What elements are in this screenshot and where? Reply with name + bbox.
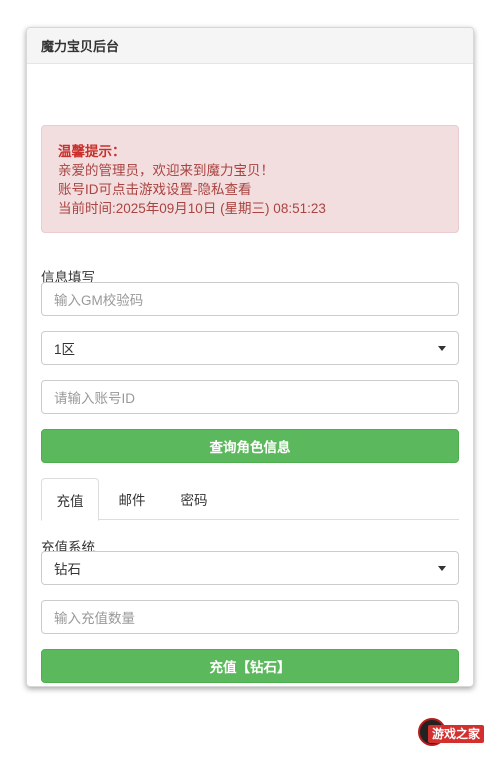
caret-down-icon (438, 346, 446, 351)
tab-mail-label: 邮件 (118, 493, 146, 508)
welcome-alert: 温馨提示： 亲爱的管理员，欢迎来到魔力宝贝！ 账号ID可点击游戏设置-隐私查看 … (41, 125, 459, 233)
gm-code-placeholder: 输入GM校验码 (54, 293, 144, 308)
account-id-input[interactable]: 请输入账号ID (41, 380, 459, 414)
query-role-button-label: 查询角色信息 (209, 440, 291, 455)
function-tabs: 充值 邮件 密码 (41, 478, 459, 521)
gm-code-input[interactable]: 输入GM校验码 (41, 282, 459, 316)
alert-welcome-line: 亲爱的管理员，欢迎来到魔力宝贝！ (58, 163, 274, 178)
caret-down-icon (438, 566, 446, 571)
tab-mail[interactable]: 邮件 (103, 478, 161, 520)
recharge-type-select[interactable]: 钻石 (41, 551, 459, 585)
admin-panel: 魔力宝贝后台 温馨提示： 亲爱的管理员，欢迎来到魔力宝贝！ 账号ID可点击游戏设… (26, 27, 474, 687)
panel-header: 魔力宝贝后台 (27, 28, 473, 64)
recharge-type-value: 钻石 (54, 562, 81, 577)
alert-title: 温馨提示： (58, 144, 126, 159)
server-select[interactable]: 1区 (41, 331, 459, 365)
tab-recharge-label: 充值 (56, 493, 84, 509)
alert-account-hint: 账号ID可点击游戏设置-隐私查看 (58, 182, 252, 197)
recharge-submit-button[interactable]: 充值【钻石】 (41, 649, 459, 683)
panel-title: 魔力宝贝后台 (41, 39, 120, 54)
site-watermark-logo: 游戏之家 (416, 716, 492, 750)
tab-recharge[interactable]: 充值 (41, 478, 99, 521)
recharge-amount-input[interactable]: 输入充值数量 (41, 600, 459, 634)
account-id-placeholder: 请输入账号ID (54, 391, 135, 406)
query-role-button[interactable]: 查询角色信息 (41, 429, 459, 463)
server-selected-value: 1区 (54, 342, 76, 357)
watermark-text: 游戏之家 (428, 725, 485, 743)
tab-password-label: 密码 (180, 493, 208, 508)
recharge-amount-placeholder: 输入充值数量 (54, 611, 135, 626)
recharge-submit-label: 充值【钻石】 (209, 660, 291, 675)
tab-password[interactable]: 密码 (165, 478, 223, 520)
alert-current-time: 当前时间:2025年09月10日 (星期三) 08:51:23 (58, 201, 326, 216)
